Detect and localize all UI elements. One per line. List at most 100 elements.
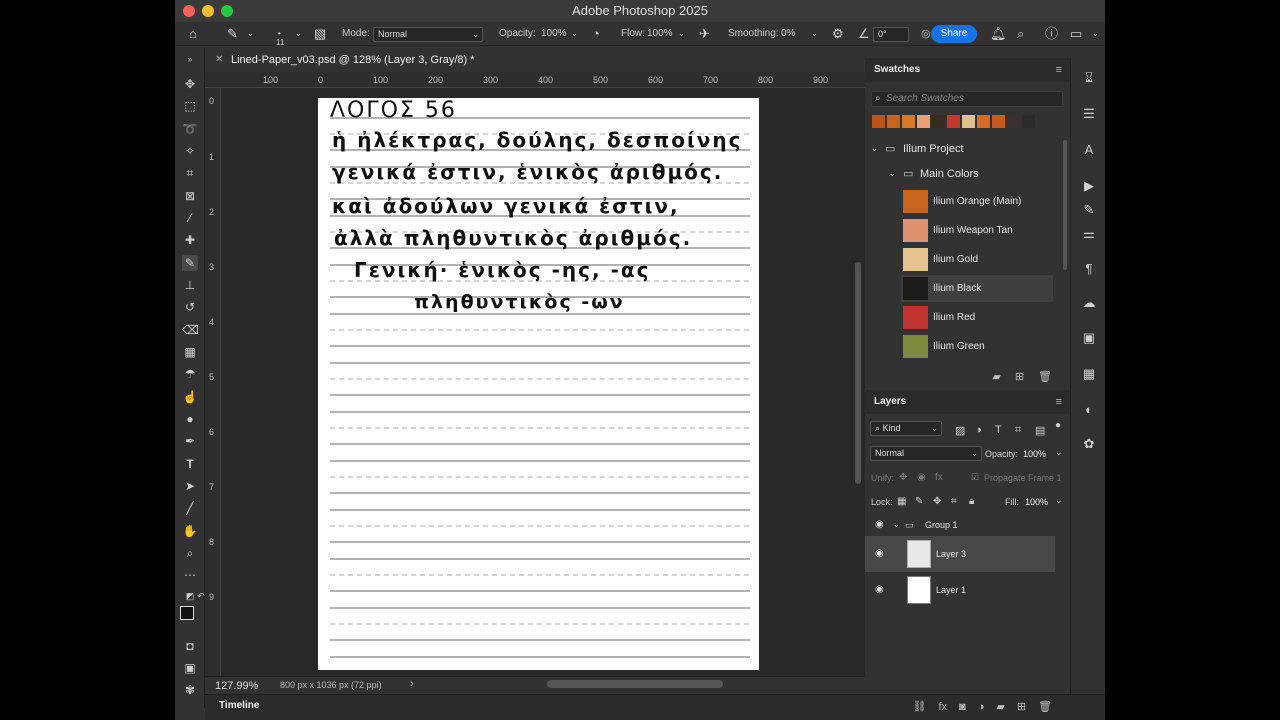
smoothing-value[interactable]: 0%: [781, 22, 795, 46]
sliders-icon[interactable]: ⚌: [1081, 226, 1097, 242]
clone-stamp-tool-icon[interactable]: ⊥: [182, 277, 198, 293]
minimize-window-button[interactable]: [202, 5, 214, 17]
horizontal-scrollbar[interactable]: [547, 680, 723, 688]
panel-menu-icon[interactable]: ≡: [1056, 58, 1062, 82]
status-menu-arrow-icon[interactable]: ›: [410, 678, 414, 690]
smudge-tool-icon[interactable]: ☝: [182, 389, 198, 405]
close-window-button[interactable]: [183, 5, 195, 17]
hand-tool-icon[interactable]: ✋: [182, 523, 198, 539]
opacity-chevron-icon[interactable]: ⌄: [571, 22, 578, 46]
lock-artboard-icon[interactable]: ⌗: [951, 496, 957, 507]
foreground-color-swatch[interactable]: [180, 606, 194, 620]
swatch-chip[interactable]: [1022, 115, 1035, 128]
swatch-folder-main-colors[interactable]: ⌄ ▭ Main Colors: [865, 162, 1055, 186]
eye-icon[interactable]: ◉: [875, 516, 884, 534]
screen-mode-icon[interactable]: ▣: [182, 660, 198, 676]
eyedropper-tool-icon[interactable]: ⁄: [182, 210, 198, 226]
panel-menu-icon[interactable]: ≡: [1056, 390, 1062, 414]
propagate-checkbox[interactable]: ☑: [971, 472, 979, 483]
fill-value[interactable]: 100%: [1025, 497, 1048, 507]
history-icon[interactable]: ⌛︎: [1081, 70, 1097, 86]
brush-settings-chevron-icon[interactable]: ⌄: [295, 22, 302, 46]
adjustments-icon[interactable]: ☰: [1081, 106, 1097, 122]
gradient-tool-icon[interactable]: ▦: [182, 344, 198, 360]
adjustment-layer-icon[interactable]: ◑: [978, 696, 985, 718]
new-layer-icon[interactable]: ⊞: [1017, 696, 1026, 718]
filter-toggle-icon[interactable]: ●: [1055, 420, 1061, 431]
lasso-tool-icon[interactable]: ➰: [182, 121, 198, 137]
new-swatch-icon[interactable]: ⊞: [1015, 366, 1024, 388]
airbrush-icon[interactable]: ✈: [699, 22, 710, 46]
unify-visibility-icon[interactable]: ◉: [917, 472, 926, 483]
zoom-tool-icon[interactable]: ⌕: [182, 545, 198, 561]
brush-settings-panel-icon[interactable]: ▧: [314, 22, 326, 46]
trash-icon[interactable]: 🗑︎: [1038, 366, 1052, 388]
smoothing-chevron-icon[interactable]: ⌄: [811, 22, 818, 46]
swatch-item[interactable]: Ilium Red: [901, 304, 1053, 331]
quick-selection-tool-icon[interactable]: ✧: [182, 143, 198, 159]
collapse-icon[interactable]: »: [182, 52, 198, 68]
share-button[interactable]: Share: [931, 25, 977, 43]
paragraph-icon[interactable]: ¶: [1081, 261, 1097, 277]
zoom-window-button[interactable]: [221, 5, 233, 17]
swatch-item[interactable]: Ilium Black: [901, 275, 1053, 302]
layer-row[interactable]: ◉ Layer 3: [865, 536, 1055, 572]
vertical-scrollbar[interactable]: [855, 262, 861, 484]
eye-icon[interactable]: ◉: [875, 572, 884, 608]
document-tab[interactable]: ✕ Lined-Paper_v03.psd @ 128% (Layer 3, G…: [215, 48, 475, 72]
trash-icon[interactable]: 🗑︎: [1038, 696, 1052, 718]
angle-icon[interactable]: ∠: [858, 22, 870, 46]
flow-value[interactable]: 100%: [647, 22, 673, 46]
history-brush-tool-icon[interactable]: ↺: [182, 299, 198, 315]
generative-icon[interactable]: ✾: [182, 682, 198, 698]
canvas-area[interactable]: 100 0 100 200 300 400 500 600 700 800 90…: [205, 72, 865, 676]
gear-icon[interactable]: ⚙: [832, 22, 844, 46]
help-icon[interactable]: ⓘ: [1045, 22, 1058, 46]
swatches-scrollbar[interactable]: [1063, 140, 1067, 270]
dodge-tool-icon[interactable]: ●: [182, 411, 198, 427]
frame-tool-icon[interactable]: ⊠: [182, 188, 198, 204]
move-tool-icon[interactable]: ✥: [182, 76, 198, 92]
swatch-item[interactable]: Ilium Green: [901, 333, 1053, 360]
swatch-chip[interactable]: [992, 115, 1005, 128]
swatch-item[interactable]: Ilium Orange (Main): [901, 188, 1053, 215]
adjustment-filter-icon[interactable]: ◑: [975, 424, 982, 436]
workspace-icon[interactable]: ▭: [1070, 22, 1082, 46]
swatch-chip[interactable]: [962, 115, 975, 128]
lock-transparent-icon[interactable]: ▦: [897, 496, 906, 507]
swatch-chip[interactable]: [887, 115, 900, 128]
pixel-filter-icon[interactable]: ▨: [955, 424, 965, 437]
type-filter-icon[interactable]: T: [995, 424, 1002, 436]
swatch-chip[interactable]: [872, 115, 885, 128]
pressure-opacity-icon[interactable]: ◔: [592, 22, 600, 46]
shape-filter-icon[interactable]: ⌗: [1015, 424, 1021, 437]
blur-tool-icon[interactable]: ☂: [182, 366, 198, 382]
swatch-chip[interactable]: [902, 115, 915, 128]
brush-tool-icon[interactable]: ✎: [182, 255, 198, 271]
new-group-icon[interactable]: ▰: [996, 696, 1004, 718]
brush-settings-icon[interactable]: ✎: [1081, 202, 1097, 218]
mode-dropdown[interactable]: Normal ⌄: [373, 27, 483, 42]
close-tab-icon[interactable]: ✕: [215, 48, 223, 72]
swatch-chip[interactable]: [947, 115, 960, 128]
swatch-item[interactable]: Ilium Weapon Tan: [901, 217, 1053, 244]
lock-position-icon[interactable]: ✥: [933, 496, 941, 507]
workspace-chevron-icon[interactable]: ⌄: [1092, 22, 1099, 46]
eraser-tool-icon[interactable]: ⌫: [182, 322, 199, 338]
layer-filter-kind-dropdown[interactable]: ⌕ Kind ⌄: [870, 421, 942, 436]
unify-position-icon[interactable]: ✥: [899, 472, 907, 483]
path-selection-tool-icon[interactable]: ➤: [182, 478, 198, 494]
type-tool-icon[interactable]: T: [182, 456, 198, 472]
layers-panel-header[interactable]: Layers ≡: [865, 390, 1070, 414]
line-tool-icon[interactable]: ╱: [182, 500, 198, 516]
play-icon[interactable]: ▶: [1081, 178, 1097, 194]
link-layers-icon[interactable]: ⛓: [913, 696, 927, 718]
more-tools-icon[interactable]: ⋯: [182, 567, 198, 583]
brush-tool-preset-icon[interactable]: ✎: [227, 22, 238, 46]
fill-chevron-icon[interactable]: ⌄: [1055, 495, 1063, 506]
pressure-size-icon[interactable]: ◎: [921, 22, 931, 46]
layer-group-row[interactable]: ◉ ⌄ ▭ Group 1: [865, 516, 1055, 534]
search-icon[interactable]: ⌕: [1017, 22, 1024, 46]
opacity-chevron-icon[interactable]: ⌄: [1055, 447, 1063, 458]
swatches-panel-header[interactable]: Swatches ≡: [865, 58, 1070, 82]
